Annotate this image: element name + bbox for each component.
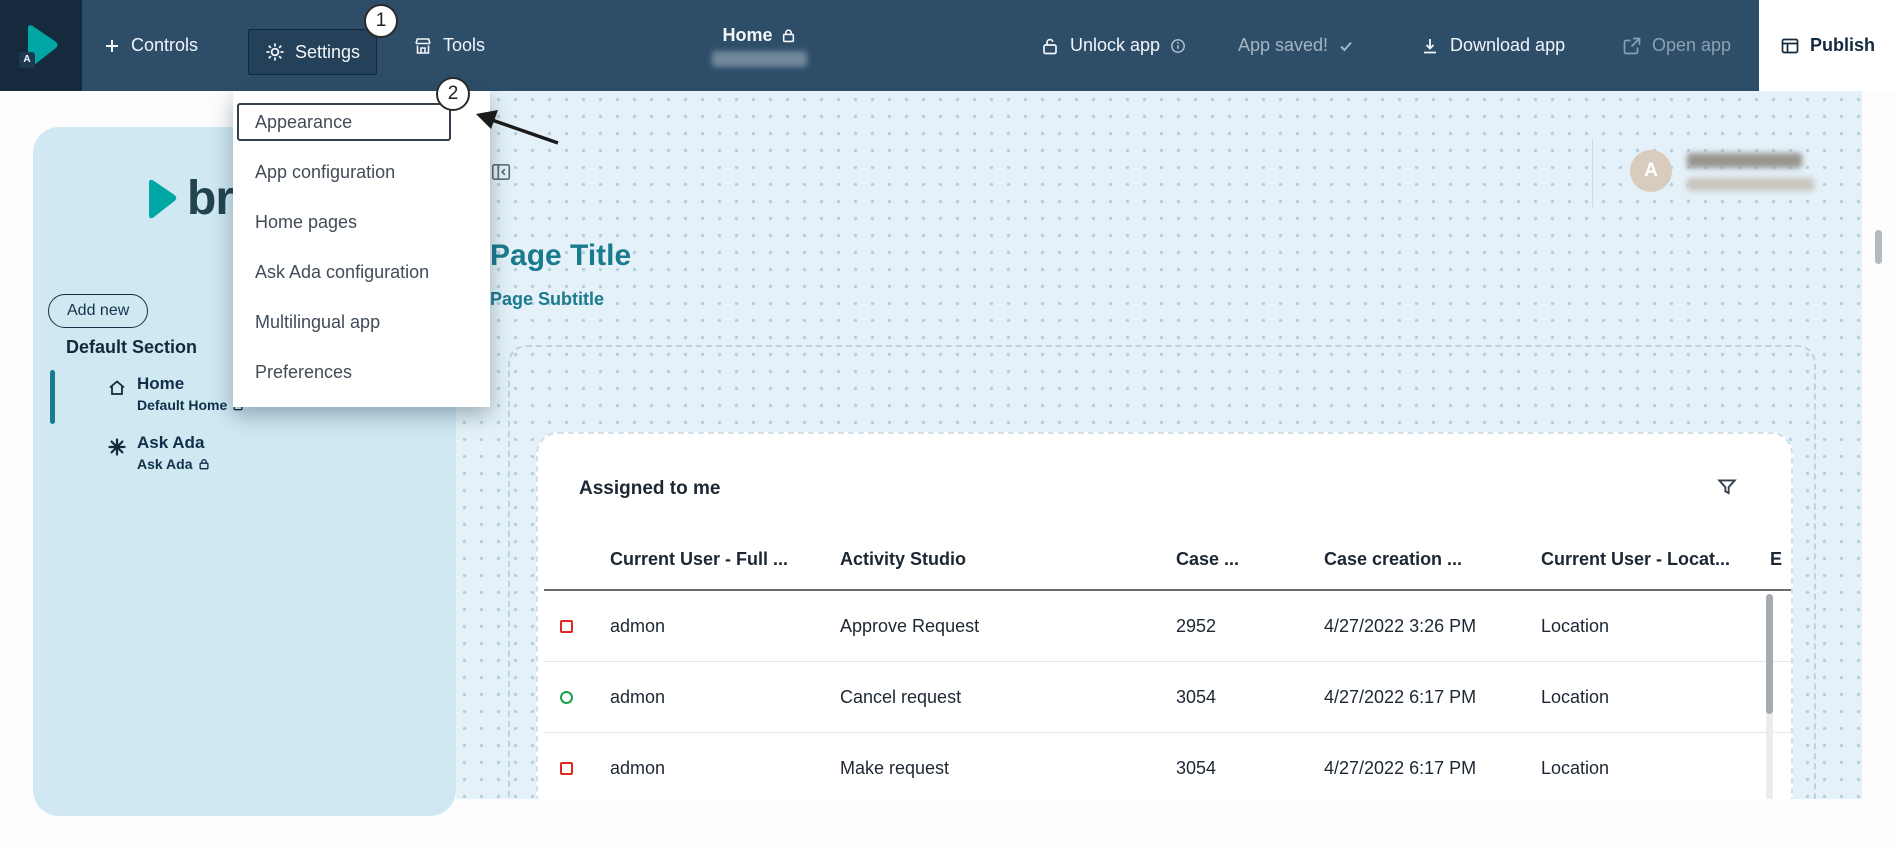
step-2-badge: 2 — [436, 77, 470, 111]
home-icon — [107, 378, 127, 398]
header-divider — [1592, 139, 1593, 207]
unlock-app-button[interactable]: Unlock app — [1040, 0, 1186, 91]
menu-item-multilingual-app[interactable]: Multilingual app — [233, 297, 490, 347]
annotation-arrow — [470, 103, 580, 151]
sidebar-item-ask-ada[interactable]: Ask Ada Ask Ada — [33, 427, 456, 485]
cell-activity: Cancel request — [840, 687, 1176, 708]
table-row[interactable]: admon Make request 3054 4/27/2022 6:17 P… — [544, 733, 1793, 799]
menu-item-preferences[interactable]: Preferences — [233, 347, 490, 397]
column-header: Activity Studio — [840, 549, 1176, 570]
table-row[interactable]: admon Approve Request 2952 4/27/2022 3:2… — [544, 591, 1793, 662]
status-error-icon — [560, 762, 573, 775]
play-logo-icon — [143, 174, 179, 224]
page-subtitle: Page Subtitle — [490, 289, 604, 310]
page-title: Page Title — [490, 239, 631, 273]
cell-location: Location — [1541, 687, 1770, 708]
cell-activity: Approve Request — [840, 616, 1176, 637]
settings-button[interactable]: Settings — [248, 29, 377, 75]
external-link-icon — [1622, 36, 1642, 56]
widget-title: Assigned to me — [579, 478, 720, 500]
plus-icon — [103, 37, 121, 55]
app-saved-label: App saved! — [1238, 35, 1328, 56]
filter-icon[interactable] — [1716, 476, 1738, 498]
user-email-redacted — [1687, 178, 1814, 191]
column-header: Current User - Locat... — [1541, 549, 1770, 570]
publish-button[interactable]: Publish — [1759, 0, 1896, 91]
brand-wordmark: br — [187, 171, 233, 226]
collapse-panel-icon[interactable] — [490, 161, 512, 183]
cell-user: admon — [610, 687, 840, 708]
scrollbar-thumb[interactable] — [1766, 594, 1773, 714]
sidebar-item-sublabel: Default Home — [137, 397, 244, 413]
cases-table: Current User - Full ... Activity Studio … — [544, 530, 1793, 799]
unlock-label: Unlock app — [1070, 35, 1160, 56]
add-new-button[interactable]: Add new — [48, 294, 148, 328]
play-logo-icon: A — [21, 20, 61, 72]
cell-location: Location — [1541, 616, 1770, 637]
column-header: E — [1770, 549, 1793, 570]
download-app-button[interactable]: Download app — [1420, 0, 1565, 91]
cell-location: Location — [1541, 758, 1770, 779]
cell-created: 4/27/2022 6:17 PM — [1324, 687, 1541, 708]
brand-logo[interactable]: A — [0, 0, 82, 91]
page-scrollbar[interactable] — [1875, 230, 1882, 264]
logo-badge: A — [19, 52, 35, 68]
cell-activity: Make request — [840, 758, 1176, 779]
sidebar-item-sublabel: Ask Ada — [137, 456, 210, 472]
check-icon — [1338, 38, 1354, 54]
cell-user: admon — [610, 758, 840, 779]
info-icon[interactable] — [1170, 38, 1186, 54]
settings-dropdown-menu: Appearance App configuration Home pages … — [233, 91, 490, 407]
cell-case-number: 2952 — [1176, 616, 1324, 637]
gear-icon — [265, 42, 285, 62]
sidebar-brand-logo: br — [143, 171, 233, 226]
cell-created: 4/27/2022 6:17 PM — [1324, 758, 1541, 779]
settings-label: Settings — [295, 42, 360, 63]
download-icon — [1420, 36, 1440, 56]
table-row[interactable]: admon Cancel request 3054 4/27/2022 6:17… — [544, 662, 1793, 733]
app-saved-status: App saved! — [1238, 0, 1354, 91]
open-app-button[interactable]: Open app — [1622, 0, 1731, 91]
app-name-redacted — [712, 51, 807, 67]
sidebar-item-label: Home — [137, 374, 184, 394]
open-app-label: Open app — [1652, 35, 1731, 56]
lock-icon — [198, 458, 210, 470]
current-page-selector[interactable]: Home — [684, 0, 834, 91]
assigned-to-me-widget[interactable]: Assigned to me Current User - Full ... A… — [536, 432, 1793, 799]
controls-label: Controls — [131, 35, 198, 56]
publish-label: Publish — [1810, 35, 1875, 56]
sidebar-item-label: Ask Ada — [137, 433, 204, 453]
current-page-label: Home — [722, 25, 772, 46]
column-header: Case ... — [1176, 549, 1324, 570]
page-canvas: A Page Title Page Subtitle Assigned to m… — [456, 91, 1862, 799]
cell-user: admon — [610, 616, 840, 637]
cell-case-number: 3054 — [1176, 758, 1324, 779]
table-scrollbar[interactable] — [1766, 594, 1773, 799]
cell-created: 4/27/2022 3:26 PM — [1324, 616, 1541, 637]
column-header: Current User - Full ... — [610, 549, 840, 570]
section-title: Default Section — [66, 337, 197, 358]
selected-indicator — [50, 370, 55, 424]
unlock-icon — [1040, 36, 1060, 56]
status-error-icon — [560, 620, 573, 633]
controls-button[interactable]: Controls — [103, 0, 198, 91]
lock-icon — [781, 28, 796, 43]
ask-ada-icon — [107, 437, 127, 457]
cell-case-number: 3054 — [1176, 687, 1324, 708]
user-name-redacted — [1687, 153, 1802, 168]
publish-icon — [1780, 36, 1800, 56]
tools-label: Tools — [443, 35, 485, 56]
app-designer: A Controls Settings Tools Home — [0, 0, 1896, 848]
topbar: A Controls Settings Tools Home — [0, 0, 1896, 91]
status-ok-icon — [560, 691, 573, 704]
column-header: Case creation ... — [1324, 549, 1541, 570]
download-label: Download app — [1450, 35, 1565, 56]
step-1-badge: 1 — [364, 4, 398, 38]
menu-item-ask-ada-configuration[interactable]: Ask Ada configuration — [233, 247, 490, 297]
store-icon — [413, 36, 433, 56]
menu-item-app-configuration[interactable]: App configuration — [233, 147, 490, 197]
user-avatar[interactable]: A — [1630, 150, 1672, 192]
menu-item-home-pages[interactable]: Home pages — [233, 197, 490, 247]
table-header-row: Current User - Full ... Activity Studio … — [544, 530, 1793, 591]
